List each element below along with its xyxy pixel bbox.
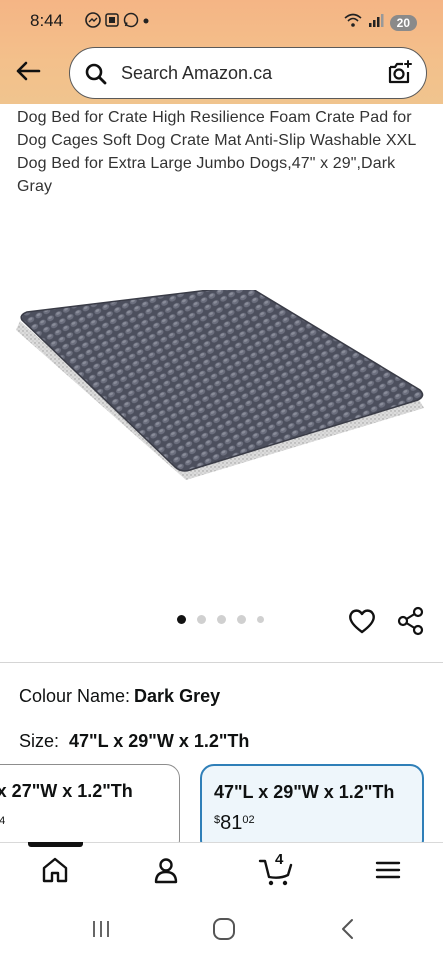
search-input[interactable]: Search Amazon.ca xyxy=(121,63,272,84)
nav-account[interactable] xyxy=(151,855,181,890)
carousel-dot[interactable] xyxy=(197,615,206,624)
notification-icons xyxy=(85,12,150,32)
search-icon xyxy=(85,63,107,85)
price-whole: 81 xyxy=(220,812,243,834)
home-system-icon[interactable] xyxy=(212,918,236,940)
price-fraction: 02 xyxy=(242,814,255,826)
colour-row: Colour Name: Dark Grey xyxy=(19,686,220,707)
menu-icon xyxy=(375,861,401,879)
status-time: 8:44 xyxy=(30,11,64,30)
size-value: 47"L x 29"W x 1.2"Th xyxy=(69,731,250,751)
product-title: Dog Bed for Crate High Resilience Foam C… xyxy=(17,109,416,195)
account-icon xyxy=(154,858,178,884)
size-option-card[interactable]: L x 27"W x 1.2"Th 04 xyxy=(0,764,180,854)
cart-count-badge: 4 xyxy=(275,851,284,868)
camera-search-icon[interactable] xyxy=(386,59,414,87)
nav-home[interactable] xyxy=(40,855,70,890)
recent-apps-icon[interactable] xyxy=(90,918,112,940)
system-navigation-bar xyxy=(0,898,443,960)
image-carousel-dots[interactable] xyxy=(177,615,264,624)
back-button[interactable] xyxy=(12,56,44,86)
product-image[interactable] xyxy=(10,290,430,490)
home-icon xyxy=(42,857,68,883)
size-option-card-selected[interactable]: 47"L x 29"W x 1.2"Th $8102 xyxy=(200,764,424,854)
carousel-dot[interactable] xyxy=(217,615,226,624)
messenger-icon xyxy=(85,12,101,32)
nav-cart[interactable]: 4 xyxy=(258,851,294,892)
size-row: Size: 47"L x 29"W x 1.2"Th xyxy=(19,731,249,752)
section-divider xyxy=(0,662,443,663)
app-header: 8:44 20 Search Amazon.ca xyxy=(0,0,443,104)
heart-icon[interactable] xyxy=(347,606,377,636)
carousel-dot[interactable] xyxy=(257,616,264,623)
search-bar[interactable]: Search Amazon.ca xyxy=(69,47,427,99)
signal-icon xyxy=(368,12,384,33)
nav-menu[interactable] xyxy=(374,855,402,890)
back-system-icon[interactable] xyxy=(338,918,356,940)
price-fraction: 04 xyxy=(0,815,5,827)
system-status: 20 xyxy=(344,12,417,33)
active-tab-indicator xyxy=(28,842,83,847)
dot-icon xyxy=(142,12,150,32)
whatsapp-icon xyxy=(123,12,139,32)
size-label: Size: xyxy=(19,731,60,751)
carousel-dot[interactable] xyxy=(177,615,186,624)
screenshot-icon xyxy=(104,12,120,32)
size-option-price: $8102 xyxy=(214,812,255,835)
price-symbol: $ xyxy=(214,814,221,826)
colour-value: Dark Grey xyxy=(134,686,221,706)
arrow-left-icon xyxy=(16,61,41,81)
battery-indicator: 20 xyxy=(389,14,417,31)
size-option-dimensions: L x 27"W x 1.2"Th xyxy=(0,781,133,801)
status-bar: 8:44 20 xyxy=(0,0,443,44)
bottom-navigation: 4 xyxy=(0,842,443,898)
wifi-icon xyxy=(344,12,362,33)
carousel-dot[interactable] xyxy=(237,615,246,624)
size-option-dimensions: 47"L x 29"W x 1.2"Th xyxy=(214,782,395,802)
size-option-price: 04 xyxy=(0,813,5,827)
colour-label: Colour Name: xyxy=(19,686,131,706)
share-icon[interactable] xyxy=(397,606,425,636)
